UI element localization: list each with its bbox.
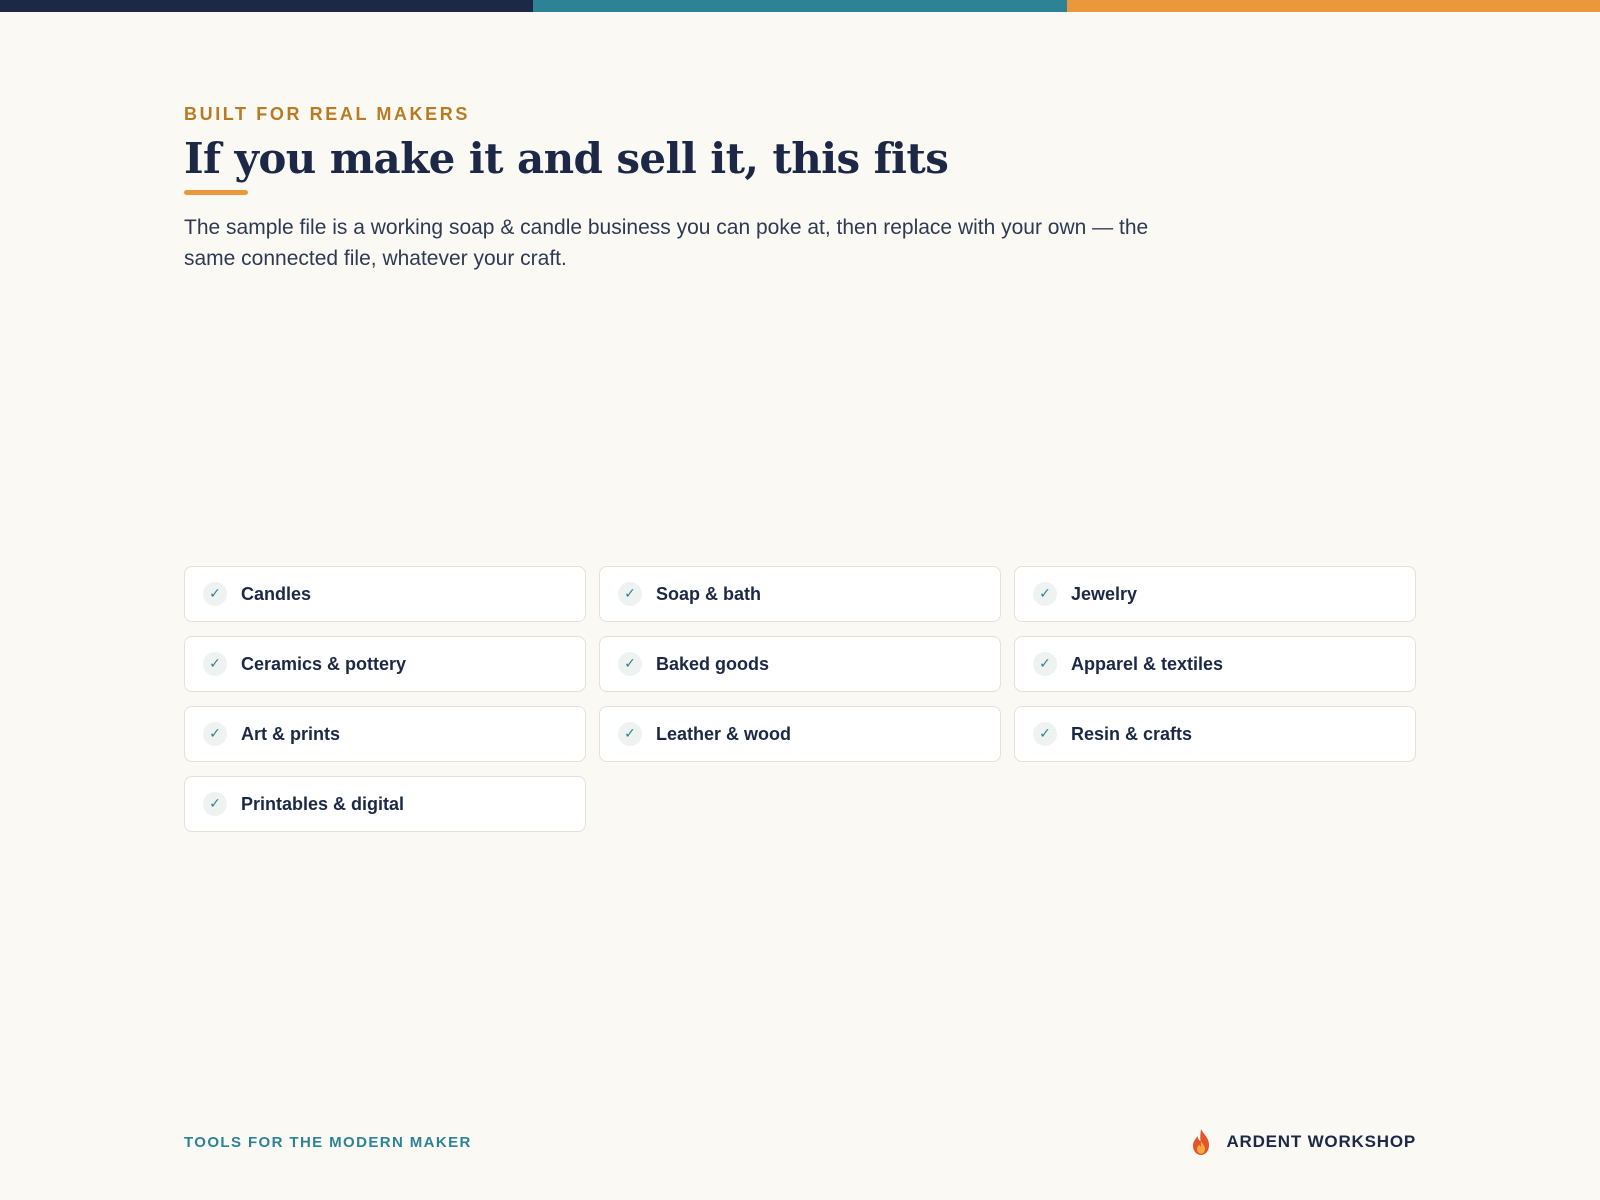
check-icon: ✓	[203, 582, 227, 606]
check-icon: ✓	[203, 652, 227, 676]
craft-label: Printables & digital	[241, 793, 405, 814]
check-icon: ✓	[1033, 652, 1057, 676]
flame-icon	[1190, 1128, 1212, 1156]
check-icon: ✓	[1033, 722, 1057, 746]
page: BUILT FOR REAL MAKERS If you make it and…	[0, 0, 1600, 1200]
page-title: If you make it and sell it, this fits	[184, 134, 949, 183]
craft-card-apparel-textiles[interactable]: ✓ Apparel & textiles	[1014, 636, 1416, 692]
check-icon: ✓	[618, 652, 642, 676]
craft-card-printables-digital[interactable]: ✓ Printables & digital	[184, 776, 586, 832]
craft-label: Apparel & textiles	[1071, 653, 1224, 674]
craft-card-art-prints[interactable]: ✓ Art & prints	[184, 706, 586, 762]
craft-label: Baked goods	[656, 653, 770, 674]
craft-label: Jewelry	[1071, 583, 1138, 604]
footer-brand: ARDENT WORKSHOP	[1190, 1128, 1416, 1156]
top-color-bar	[0, 0, 1600, 12]
footer-tagline: TOOLS FOR THE MODERN MAKER	[184, 1134, 472, 1151]
craft-label: Soap & bath	[656, 583, 762, 604]
craft-label: Art & prints	[241, 723, 340, 744]
craft-card-candles[interactable]: ✓ Candles	[184, 566, 586, 622]
top-bar-teal-segment	[533, 0, 1067, 12]
check-icon: ✓	[203, 722, 227, 746]
check-icon: ✓	[203, 792, 227, 816]
page-subtitle: The sample file is a working soap & cand…	[184, 216, 1149, 270]
craft-card-soap-bath[interactable]: ✓ Soap & bath	[599, 566, 1001, 622]
craft-label: Resin & crafts	[1071, 723, 1193, 744]
craft-card-ceramics-pottery[interactable]: ✓ Ceramics & pottery	[184, 636, 586, 692]
check-icon: ✓	[1033, 582, 1057, 606]
craft-label: Ceramics & pottery	[241, 653, 407, 674]
craft-card-leather-wood[interactable]: ✓ Leather & wood	[599, 706, 1001, 762]
top-bar-navy-segment	[0, 0, 534, 12]
check-icon: ✓	[618, 582, 642, 606]
craft-card-baked-goods[interactable]: ✓ Baked goods	[599, 636, 1001, 692]
title-underline	[184, 190, 248, 195]
eyebrow-label: BUILT FOR REAL MAKERS	[184, 104, 470, 124]
craft-grid: ✓ Candles ✓ Soap & bath ✓ Jewelry ✓ Cera…	[184, 566, 1416, 832]
craft-label: Leather & wood	[656, 723, 792, 744]
brand-name: ARDENT WORKSHOP	[1226, 1132, 1416, 1151]
craft-card-jewelry[interactable]: ✓ Jewelry	[1014, 566, 1416, 622]
craft-label: Candles	[241, 583, 312, 604]
top-bar-orange-segment	[1066, 0, 1600, 12]
craft-card-resin-crafts[interactable]: ✓ Resin & crafts	[1014, 706, 1416, 762]
check-icon: ✓	[618, 722, 642, 746]
